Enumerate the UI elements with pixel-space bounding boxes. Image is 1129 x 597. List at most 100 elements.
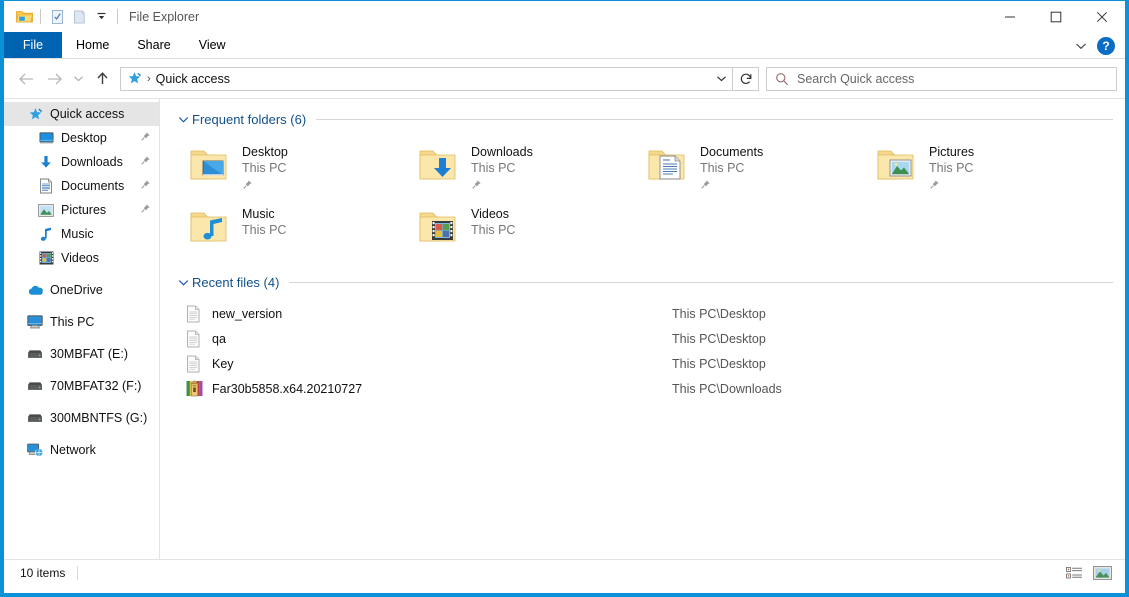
recent-file-row[interactable]: Key This PC\Desktop [160, 351, 1125, 376]
status-bar: 10 items [4, 559, 1125, 585]
sidebar-item-label: Documents [61, 178, 125, 193]
recent-files-list: new_version This PC\Desktop qa This PC\D… [160, 295, 1125, 401]
recent-file-name: qa [212, 331, 226, 346]
folder-tile-pictures[interactable]: Pictures This PC [873, 138, 1102, 200]
forward-button[interactable] [40, 65, 68, 93]
frequent-folders-header[interactable]: Frequent folders (6) [160, 106, 1125, 132]
recent-file-path: This PC\Downloads [672, 381, 782, 396]
folder-tile-text: Pictures This PC [929, 141, 974, 195]
qat-divider-1 [40, 9, 41, 24]
this-pc-monitor-icon [26, 314, 44, 330]
sidebar-item-drive-e[interactable]: 30MBFAT (E:) [4, 342, 159, 366]
sidebar-item-videos[interactable]: Videos [4, 246, 159, 270]
back-button[interactable] [12, 65, 40, 93]
ribbon-tab-bar: File Home Share View ? [4, 32, 1125, 59]
recent-files-header[interactable]: Recent files (4) [160, 269, 1125, 295]
sidebar-item-drive-f[interactable]: 70MBFAT32 (F:) [4, 374, 159, 398]
folder-videos-icon [415, 203, 463, 251]
sidebar-item-label: Network [50, 442, 96, 457]
address-dropdown-chevron-icon[interactable] [710, 68, 732, 90]
folder-name: Videos [471, 207, 509, 221]
up-button[interactable] [88, 65, 116, 93]
folder-location: This PC [700, 161, 745, 175]
pin-icon [140, 131, 151, 145]
folder-tile-music[interactable]: Music This PC [186, 200, 415, 262]
drive-icon [26, 378, 44, 394]
sidebar-item-label: Videos [61, 250, 99, 265]
recent-file-name: Far30b5858.x64.20210727 [212, 381, 363, 396]
network-icon [26, 442, 44, 458]
search-box[interactable] [766, 66, 1117, 91]
search-input[interactable] [797, 71, 1116, 86]
status-divider [77, 565, 79, 580]
quick-access-toolbar: File Explorer [4, 6, 199, 28]
tab-file[interactable]: File [4, 32, 62, 58]
minimize-button[interactable] [987, 1, 1033, 32]
tab-share[interactable]: Share [123, 32, 184, 58]
folder-tile-videos[interactable]: Videos This PC [415, 200, 644, 262]
expand-ribbon-chevron-icon[interactable] [1069, 35, 1093, 57]
explorer-body: Quick access Desktop Downloads Documents… [4, 98, 1125, 559]
recent-locations-chevron-icon[interactable] [68, 65, 88, 93]
sidebar-item-this-pc[interactable]: This PC [4, 310, 159, 334]
details-view-button[interactable] [1063, 563, 1085, 583]
folder-tile-desktop[interactable]: Desktop This PC [186, 138, 415, 200]
tab-view[interactable]: View [185, 32, 240, 58]
large-icons-view-button[interactable] [1091, 563, 1113, 583]
sidebar-item-drive-g[interactable]: 300MBNTFS (G:) [4, 406, 159, 430]
generic-file-icon [186, 305, 212, 323]
refresh-button[interactable] [733, 66, 759, 91]
folder-name: Downloads [471, 145, 533, 159]
maximize-button[interactable] [1033, 1, 1079, 32]
downloads-arrow-icon [37, 154, 55, 170]
qat-divider-2 [117, 9, 118, 24]
recent-file-row[interactable]: new_version This PC\Desktop [160, 301, 1125, 326]
sidebar-item-music[interactable]: Music [4, 222, 159, 246]
tab-home[interactable]: Home [62, 32, 123, 58]
sidebar-item-label: Downloads [61, 154, 123, 169]
search-icon [767, 72, 797, 86]
breadcrumb-current: Quick access [155, 71, 231, 86]
sidebar-item-downloads[interactable]: Downloads [4, 150, 159, 174]
chevron-down-icon[interactable] [176, 115, 190, 124]
folder-tile-documents[interactable]: Documents This PC [644, 138, 873, 200]
help-button[interactable]: ? [1097, 36, 1115, 55]
videos-filmstrip-icon [37, 250, 55, 266]
recent-file-path: This PC\Desktop [672, 331, 766, 346]
explorer-app-icon[interactable] [13, 6, 35, 28]
navigation-pane: Quick access Desktop Downloads Documents… [4, 99, 160, 559]
file-explorer-window: File Explorer File Home Share View ? › Q… [0, 0, 1129, 597]
title-bar: File Explorer [4, 1, 1125, 32]
folder-tile-downloads[interactable]: Downloads This PC [415, 138, 644, 200]
address-bar[interactable]: › Quick access [120, 66, 733, 91]
generic-file-icon [186, 355, 212, 373]
sidebar-item-quick-access[interactable]: Quick access [4, 102, 159, 126]
folder-name: Desktop [242, 145, 288, 159]
close-button[interactable] [1079, 1, 1125, 32]
recent-file-row[interactable]: Far30b5858.x64.20210727 This PC\Download… [160, 376, 1125, 401]
sidebar-item-desktop[interactable]: Desktop [4, 126, 159, 150]
folder-name: Pictures [929, 145, 975, 159]
pictures-icon [37, 202, 55, 218]
frequent-folders-grid: Desktop This PC Downloads This PC Docume… [160, 132, 1125, 262]
sidebar-item-label: Pictures [61, 202, 107, 217]
pin-icon [140, 203, 151, 217]
recent-file-name: new_version [212, 306, 283, 321]
onedrive-cloud-icon [26, 282, 44, 298]
folder-location: This PC [471, 223, 516, 237]
folder-tile-text: Videos This PC [471, 203, 515, 238]
new-folder-icon[interactable] [68, 6, 90, 28]
group-title: Recent files (4) [192, 274, 280, 290]
chevron-down-icon[interactable] [176, 278, 190, 287]
properties-icon[interactable] [46, 6, 68, 28]
sidebar-item-onedrive[interactable]: OneDrive [4, 278, 159, 302]
recent-file-row[interactable]: qa This PC\Desktop [160, 326, 1125, 351]
sidebar-item-pictures[interactable]: Pictures [4, 198, 159, 222]
customize-qat-chevron-icon[interactable] [90, 6, 112, 28]
sidebar-item-documents[interactable]: Documents [4, 174, 159, 198]
sidebar-item-network[interactable]: Network [4, 438, 159, 462]
